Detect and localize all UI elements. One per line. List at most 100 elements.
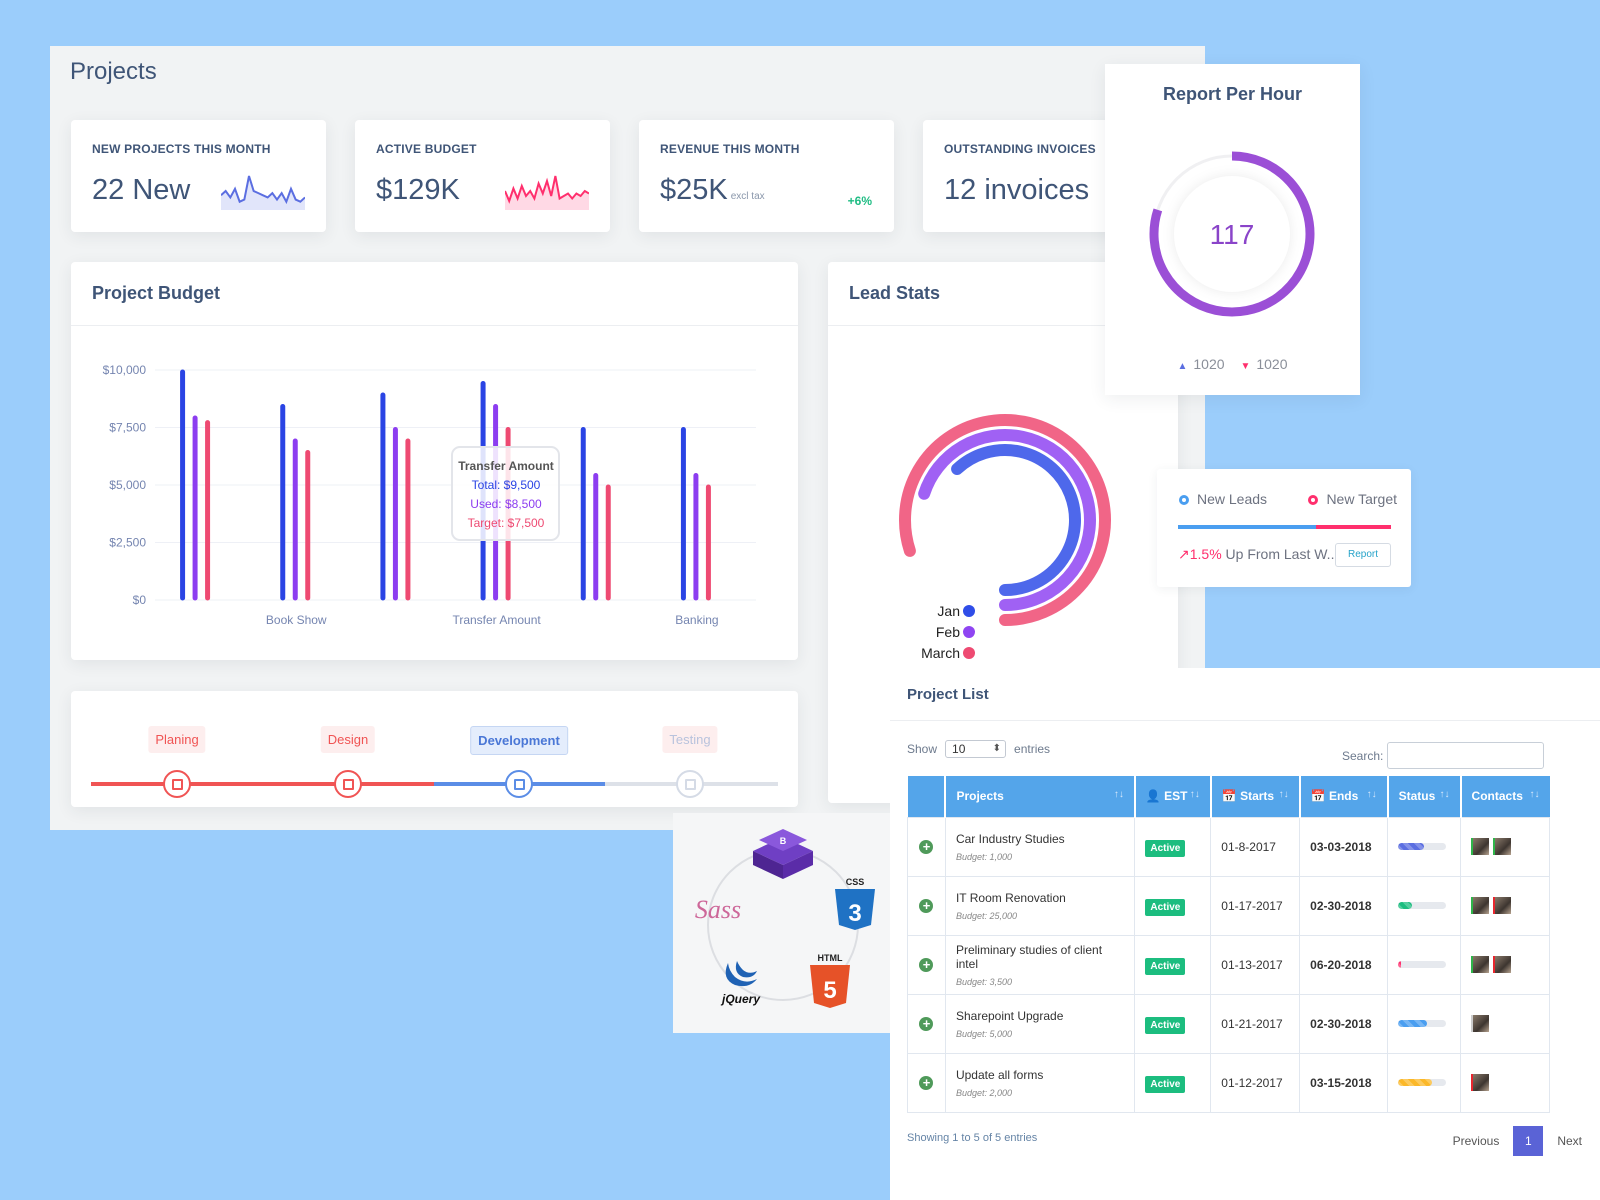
stat-value: 12 invoices [944,174,1090,206]
stat-value: $129K [376,174,460,206]
start-date: 01-8-2017 [1210,816,1301,877]
contact-avatar[interactable] [1471,838,1490,855]
sort-icon[interactable]: ↑↓ [1530,789,1540,800]
timeline-node[interactable] [676,770,704,798]
timeline-step-label[interactable]: Planing [148,726,206,753]
column-header-status[interactable]: Status ↑↓ [1387,776,1462,817]
end-date: 03-15-2018 [1299,1052,1389,1113]
column-header-contacts[interactable]: Contacts ↑↓ [1460,776,1550,817]
plus-circle-icon[interactable]: + [919,957,934,972]
contact-avatar[interactable] [1471,956,1490,973]
legend-new-target: New Target [1308,491,1397,507]
contacts-cell [1460,816,1550,877]
y-tick-label: $5,000 [109,478,146,492]
next-button[interactable]: Next [1557,1134,1582,1148]
timeline-step-label[interactable]: Development [470,726,568,755]
chart-tooltip: Transfer Amount Total: $9,500 Used: $8,500… [451,446,560,541]
column-header-starts[interactable]: 📅 Starts ↑↓ [1210,776,1301,817]
stat-card-new-projects: NEW PROJECTS THIS MONTH 22 New [71,120,326,232]
tooltip-title: Transfer Amount [458,459,554,473]
status-cell [1387,875,1462,936]
x-tick-label: Banking [675,613,718,627]
legend-label: Jan [937,603,960,619]
square-icon [513,778,525,790]
y-tick-label: $0 [133,593,147,607]
table-row: + Car Industry Studies Budget: 1,000 Acti… [907,816,1550,877]
entries-label: entries [1014,742,1051,756]
contact-avatar[interactable] [1493,897,1512,914]
timeline-step-label[interactable]: Design [320,726,376,753]
card-title: Report Per Hour [1162,84,1303,104]
dot-icon [1308,495,1319,506]
sort-icon[interactable]: ↑↓ [1440,789,1450,800]
stat-label: NEW PROJECTS THIS MONTH [92,142,271,156]
gauge-value: 117 [1210,219,1255,250]
start-date: 01-17-2017 [1210,875,1301,936]
entries-select[interactable]: 10 [945,740,1007,758]
status-badge: Active [1145,1016,1186,1034]
sort-icon[interactable]: ↑↓ [1367,789,1377,800]
sparkline-chart [505,175,589,210]
project-name: Car Industry Studies [955,831,1065,846]
expand-cell[interactable]: + [907,875,946,936]
timeline-node[interactable] [505,770,533,798]
column-header-est[interactable]: 👤 EST ↑↓ [1134,776,1212,817]
report-button[interactable]: Report [1334,543,1391,567]
svg-text:HTML: HTML [818,953,843,963]
contact-avatar[interactable] [1471,1074,1490,1091]
timeline-step-label[interactable]: Testing [662,726,718,753]
report-per-hour-card: Report Per Hour 117 ▲ 1020 ▼ 1020 [1105,64,1360,395]
contact-avatar[interactable] [1493,956,1512,973]
contact-avatar[interactable] [1471,1015,1490,1032]
stat-card-revenue: REVENUE THIS MONTH $25K excl tax +6% [639,120,894,232]
leads-segment [1178,525,1317,529]
sort-icon[interactable]: ↑↓ [1114,789,1124,800]
contact-avatar[interactable] [1471,897,1490,914]
expand-cell[interactable]: + [907,934,946,995]
timeline-node[interactable] [163,770,191,798]
plus-circle-icon[interactable]: + [919,898,934,913]
column-header-projects[interactable]: Projects ↑↓ [945,776,1136,817]
previous-button[interactable]: Previous [1453,1134,1500,1148]
contacts-cell [1460,875,1550,936]
stat-label: ACTIVE BUDGET [376,142,477,156]
tooltip-used: Used: $8,500 [470,497,542,511]
card-title: Project List [907,686,989,703]
bootstrap-icon: B [753,829,813,879]
svg-text:5: 5 [823,977,836,1004]
search-input[interactable] [1387,742,1544,769]
stat-card-active-budget: ACTIVE BUDGET $129K [355,120,610,232]
contact-avatar[interactable] [1493,838,1512,855]
y-tick-label: $10,000 [103,363,147,377]
calendar-icon: 📅 [1310,789,1326,804]
expand-cell[interactable]: + [907,1052,946,1113]
page-1-button[interactable]: 1 [1513,1126,1544,1156]
y-tick-label: $7,500 [109,421,146,435]
sass-icon: Sass [695,895,741,924]
timeline-node[interactable] [334,770,362,798]
timeline-line [177,782,434,786]
progress-bar [1398,902,1447,909]
triangle-down-icon: ▼ [1240,361,1251,372]
svg-text:B: B [780,836,787,846]
column-header-ends[interactable]: 📅 Ends ↑↓ [1299,776,1389,817]
sort-icon[interactable]: ↑↓ [1190,789,1200,800]
status-cell [1387,993,1462,1054]
legend-label: March [921,645,960,661]
expand-cell[interactable]: + [907,993,946,1054]
plus-circle-icon[interactable]: + [919,839,934,854]
plus-circle-icon[interactable]: + [919,1075,934,1090]
est-cell: Active [1134,875,1212,936]
legend-dot [963,647,975,659]
table-header-row: Projects ↑↓ 👤 EST ↑↓ 📅 Starts ↑↓ 📅 Ends ↑↓ S… [907,776,1550,817]
progress-bar [1398,843,1447,850]
project-list-panel: Project List Show 10 entries Search: Pro… [890,668,1600,1200]
project-budget: Budget: 3,500 [955,976,1013,987]
radial-bar-feb[interactable] [918,429,1096,611]
contacts-cell [1460,934,1550,995]
sort-icon[interactable]: ↑↓ [1279,789,1289,800]
radial-bar-jan[interactable] [951,444,1081,596]
tech-stack-panel: B CSS 3 HTML 5 jQuery Sass [673,813,890,1033]
plus-circle-icon[interactable]: + [919,1016,934,1031]
expand-cell[interactable]: + [907,816,946,877]
